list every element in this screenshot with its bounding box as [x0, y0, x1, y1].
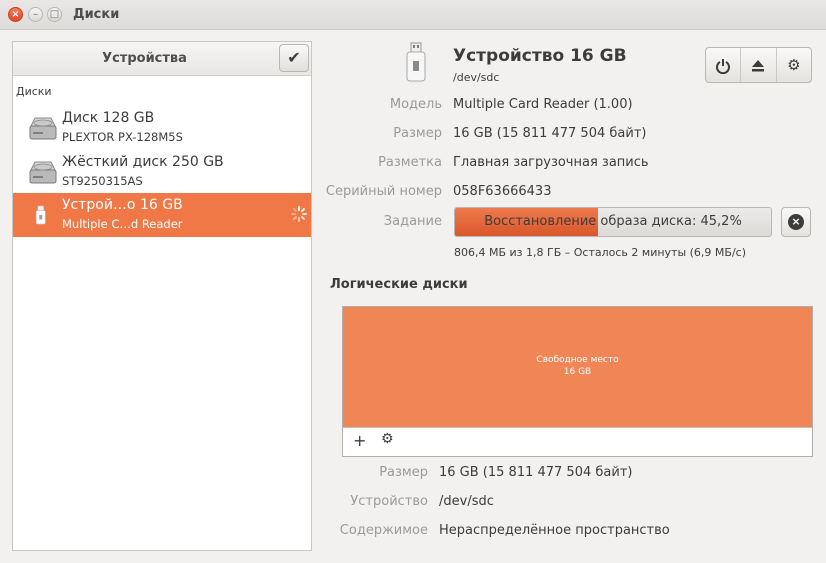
checkmark-icon: ✔	[287, 48, 301, 67]
power-icon	[716, 58, 731, 74]
device-sidebar: Устройства ✔ Диски Диск 128 GB PLEXTOR P…	[12, 41, 312, 551]
job-label: Задание	[383, 214, 442, 229]
busy-spinner-icon	[291, 206, 307, 222]
device-name: Жёсткий диск 250 GB	[62, 154, 224, 170]
serial-label: Серийный номер	[325, 184, 442, 199]
device-subtitle: Multiple C…d Reader	[62, 217, 183, 231]
device-subtitle: PLEXTOR PX-128M5S	[62, 130, 183, 144]
volume-contents-value: Нераспределённое пространство	[439, 523, 670, 538]
device-name: Устрой…о 16 GB	[62, 197, 183, 213]
window-title: Диски	[73, 7, 120, 22]
cancel-icon: ×	[788, 214, 804, 230]
sidebar-title: Устройства	[102, 51, 187, 66]
model-label: Модель	[389, 97, 442, 112]
volume-contents-label: Содержимое	[339, 523, 428, 538]
volume-device-label: Устройство	[350, 494, 428, 509]
usb-drive-icon	[35, 205, 46, 225]
device-subtitle: ST9250315AS	[62, 174, 143, 188]
device-item-usb[interactable]: Устрой…о 16 GB Multiple C…d Reader	[13, 193, 311, 237]
gears-icon: ⚙	[381, 431, 394, 447]
gear-icon: ⚙	[787, 56, 801, 74]
minimize-window-button[interactable]: –	[28, 7, 43, 22]
device-title: Устройство 16 GB	[453, 46, 627, 66]
partition-settings-button[interactable]: ⚙	[381, 431, 394, 447]
volumes-title: Логические диски	[330, 277, 468, 292]
size-label: Размер	[393, 126, 442, 141]
maximize-window-button[interactable]: □	[47, 7, 62, 22]
plus-icon: +	[353, 431, 367, 450]
size-value: 16 GB (15 811 477 504 байт)	[453, 126, 647, 141]
free-space-label: Свободное место	[536, 355, 619, 365]
job-progress-bar: Восстановление образа диска: 45,2%	[454, 207, 772, 237]
create-partition-button[interactable]: +	[353, 431, 366, 450]
device-toolbar: ⚙	[705, 47, 812, 83]
job-status-text: 806,4 МБ из 1,8 ГБ – Осталось 2 минуты (…	[454, 246, 746, 259]
section-label-disks: Диски	[16, 85, 52, 98]
partitioning-label: Разметка	[378, 155, 442, 170]
device-item-ssd[interactable]: Диск 128 GB PLEXTOR PX-128M5S	[13, 106, 311, 150]
device-item-hdd[interactable]: Жёсткий диск 250 GB ST9250315AS	[13, 150, 311, 194]
drive-settings-button[interactable]: ⚙	[777, 48, 811, 82]
cancel-job-button[interactable]: ×	[781, 207, 811, 237]
job-progress-text: Восстановление образа диска: 45,2%	[484, 214, 742, 229]
volume-size-value: 16 GB (15 811 477 504 байт)	[439, 465, 633, 480]
model-value: Multiple Card Reader (1.00)	[453, 97, 633, 112]
eject-icon	[752, 59, 765, 71]
title-bar: × – □ Диски	[0, 0, 826, 30]
volume-device-value: /dev/sdc	[439, 494, 494, 509]
device-name: Диск 128 GB	[62, 110, 155, 126]
serial-value: 058F63666433	[453, 184, 552, 199]
close-window-button[interactable]: ×	[8, 7, 23, 22]
power-off-button[interactable]	[706, 48, 742, 82]
volume-map: Свободное место 16 GB + ⚙	[342, 306, 813, 457]
volume-size-label: Размер	[379, 465, 428, 480]
usb-drive-icon	[406, 42, 426, 82]
partitioning-value: Главная загрузочная запись	[453, 155, 649, 170]
select-mode-button[interactable]: ✔	[279, 44, 309, 72]
sidebar-header: Устройства ✔	[13, 42, 311, 76]
free-space-block[interactable]: Свободное место 16 GB	[343, 307, 812, 428]
free-space-size: 16 GB	[563, 367, 592, 377]
hard-disk-icon	[29, 117, 57, 140]
eject-button[interactable]	[741, 48, 777, 82]
device-path: /dev/sdc	[453, 71, 500, 84]
hard-disk-icon	[29, 161, 57, 184]
